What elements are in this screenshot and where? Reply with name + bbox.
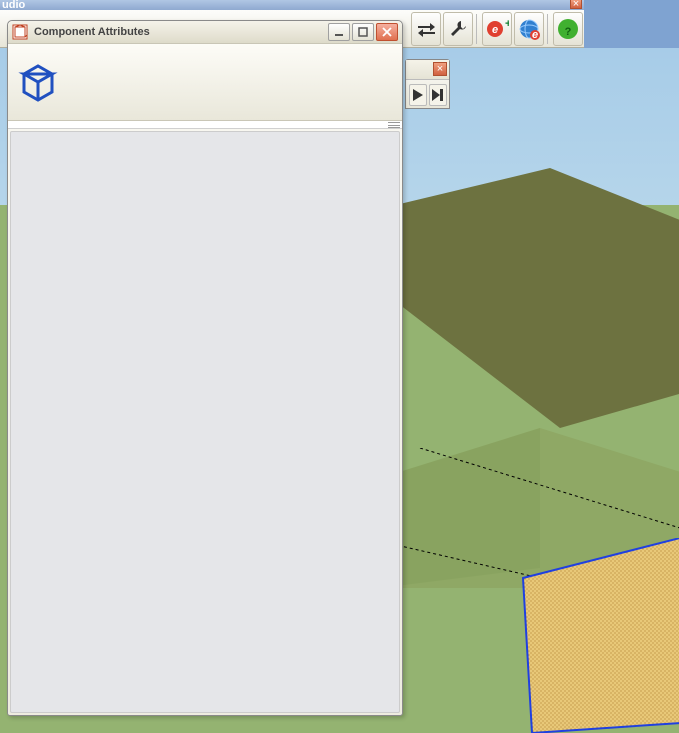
app-close-button[interactable]: × <box>570 0 582 9</box>
dialog-body <box>10 131 400 713</box>
help-icon: ? <box>556 17 580 41</box>
toolbar-separator <box>476 14 480 44</box>
help-button[interactable]: ? <box>553 12 583 46</box>
close-icon <box>382 27 392 37</box>
dialog-title: Component Attributes <box>34 26 328 38</box>
swap-button[interactable] <box>411 12 441 46</box>
app-titlebar[interactable]: udio × <box>0 0 584 10</box>
svg-text:+: + <box>505 18 509 30</box>
globe-icon: e <box>517 17 541 41</box>
dialog-maximize-button[interactable] <box>352 23 374 41</box>
maximize-icon <box>358 27 368 37</box>
end-button[interactable] <box>429 84 447 106</box>
selected-face[interactable] <box>520 538 679 733</box>
dialog-minimize-button[interactable] <box>328 23 350 41</box>
minimize-icon <box>334 27 344 37</box>
globe-button[interactable]: e <box>514 12 544 46</box>
eplus-button[interactable]: e+ <box>482 12 512 46</box>
toolbar-separator-2 <box>547 14 551 44</box>
playback-titlebar[interactable]: × <box>406 60 449 80</box>
playback-window[interactable]: × <box>405 59 450 109</box>
component-attributes-dialog[interactable]: Component Attributes <box>7 20 403 716</box>
resize-grip[interactable] <box>388 122 400 128</box>
eplus-icon: e+ <box>485 17 509 41</box>
close-icon: × <box>573 0 579 10</box>
wrench-icon <box>447 18 469 40</box>
playback-close-button[interactable]: × <box>433 62 447 76</box>
playback-body <box>406 80 449 110</box>
dialog-toolbar <box>8 44 402 121</box>
play-icon <box>413 89 423 101</box>
dialog-close-button[interactable] <box>376 23 398 41</box>
swap-icon <box>415 18 437 40</box>
dialog-divider <box>8 121 402 129</box>
svg-text:e: e <box>532 29 538 41</box>
dialog-titlebar[interactable]: Component Attributes <box>8 21 402 44</box>
dialog-window-buttons <box>328 23 398 41</box>
component-icon <box>16 60 60 104</box>
dialog-app-icon <box>12 24 28 40</box>
play-button[interactable] <box>409 84 427 106</box>
svg-text:e: e <box>492 24 498 36</box>
end-icon <box>432 89 444 101</box>
wrench-button[interactable] <box>443 12 473 46</box>
close-icon: × <box>437 63 443 75</box>
svg-text:?: ? <box>565 26 572 38</box>
